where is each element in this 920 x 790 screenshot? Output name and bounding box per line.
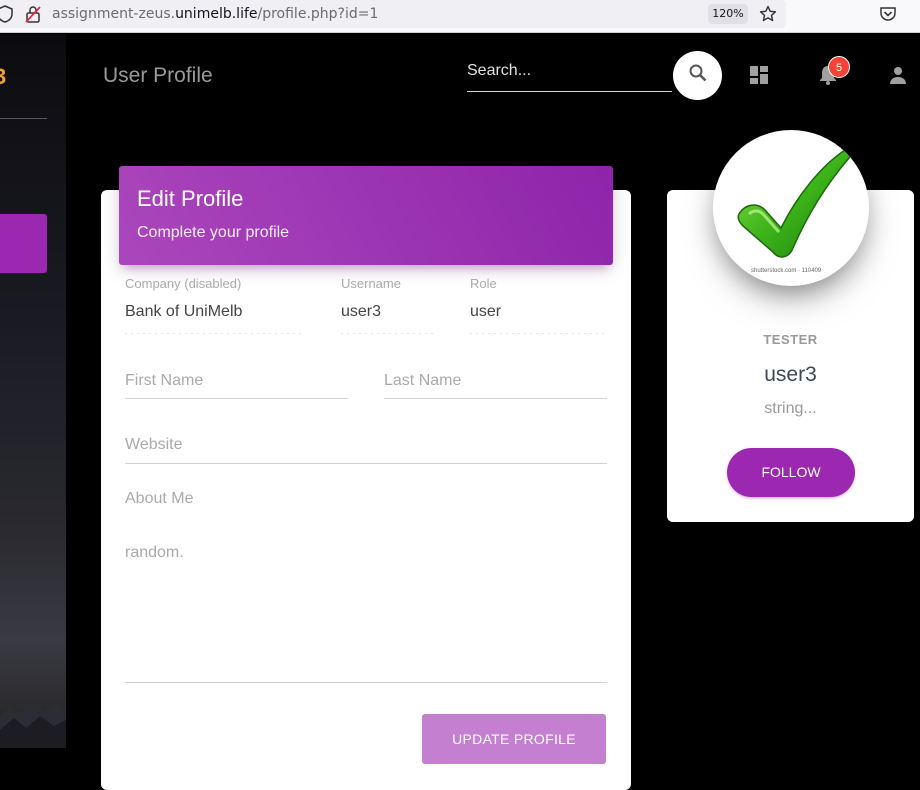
sidebar-background-mountains [0,700,66,748]
card-title: Edit Profile [137,186,244,211]
edit-profile-header: Edit Profile Complete your profile [119,166,613,265]
first-name-field[interactable]: First Name [125,372,348,399]
about-me-value[interactable]: random. [125,544,607,562]
company-value: Bank of UniMelb [125,303,243,320]
pocket-icon[interactable] [879,5,897,23]
sidebar: 3 [0,34,66,748]
company-label: Company (disabled) [125,276,242,291]
bookmark-star-icon[interactable] [759,5,777,23]
avatar: shutterstock.com · 110409 [713,130,869,286]
sidebar-divider [0,118,47,119]
role-value[interactable]: user [470,303,607,321]
notification-count-badge: 5 [828,56,850,78]
website-underline [125,463,607,464]
username-underline [341,333,433,334]
role-underline [470,333,607,334]
update-profile-button[interactable]: UPDATE PROFILE [422,714,606,764]
first-name-underline [125,398,348,399]
last-name-field[interactable]: Last Name [384,372,607,399]
company-underline [125,333,303,334]
browser-toolbar: assignment-zeus.unimelb.life/profile.php… [0,0,920,33]
last-name-underline [384,398,607,399]
search-field [467,56,672,92]
company-field: Company (disabled) Bank of UniMelb [125,276,303,334]
about-me-underline [125,682,607,683]
shield-icon[interactable] [0,5,14,23]
url-host: unimelb.life [175,6,258,22]
card-subtitle: Complete your profile [137,224,290,241]
profile-role: TESTER [763,332,818,347]
follow-button[interactable]: FOLLOW [727,448,855,497]
role-field[interactable]: Role user [470,276,607,334]
profile-bio: string... [764,400,817,417]
role-label: Role [470,276,497,291]
user-account-icon[interactable] [887,64,909,86]
last-name-placeholder: Last Name [384,372,462,389]
search-icon [688,63,708,88]
username-label: Username [341,276,401,291]
page-title: User Profile [103,64,213,87]
about-me-label: About Me [125,490,194,507]
url-bar[interactable]: assignment-zeus.unimelb.life/profile.php… [0,0,786,28]
profile-name: user3 [764,363,817,386]
username-field[interactable]: Username user3 [341,276,433,334]
url-text[interactable]: assignment-zeus.unimelb.life/profile.php… [52,6,378,22]
username-value[interactable]: user3 [341,303,433,321]
url-path: /profile.php?id=1 [257,6,379,22]
zoom-level-badge[interactable]: 120% [708,4,748,24]
avatar-watermark-caption: shutterstock.com · 110409 [751,268,822,274]
sidebar-logo[interactable]: 3 [0,64,6,90]
about-me-field[interactable]: About Me random. [125,490,607,683]
website-field[interactable]: Website [125,436,607,464]
first-name-placeholder: First Name [125,372,204,389]
insecure-lock-icon[interactable] [24,5,42,23]
sidebar-item-active[interactable] [0,214,47,273]
search-input[interactable] [467,56,672,86]
dashboard-icon[interactable] [748,64,770,86]
checkmark-icon [737,147,852,258]
search-button[interactable] [673,51,722,100]
url-prefix: assignment-zeus. [52,6,176,22]
website-placeholder: Website [125,436,183,453]
